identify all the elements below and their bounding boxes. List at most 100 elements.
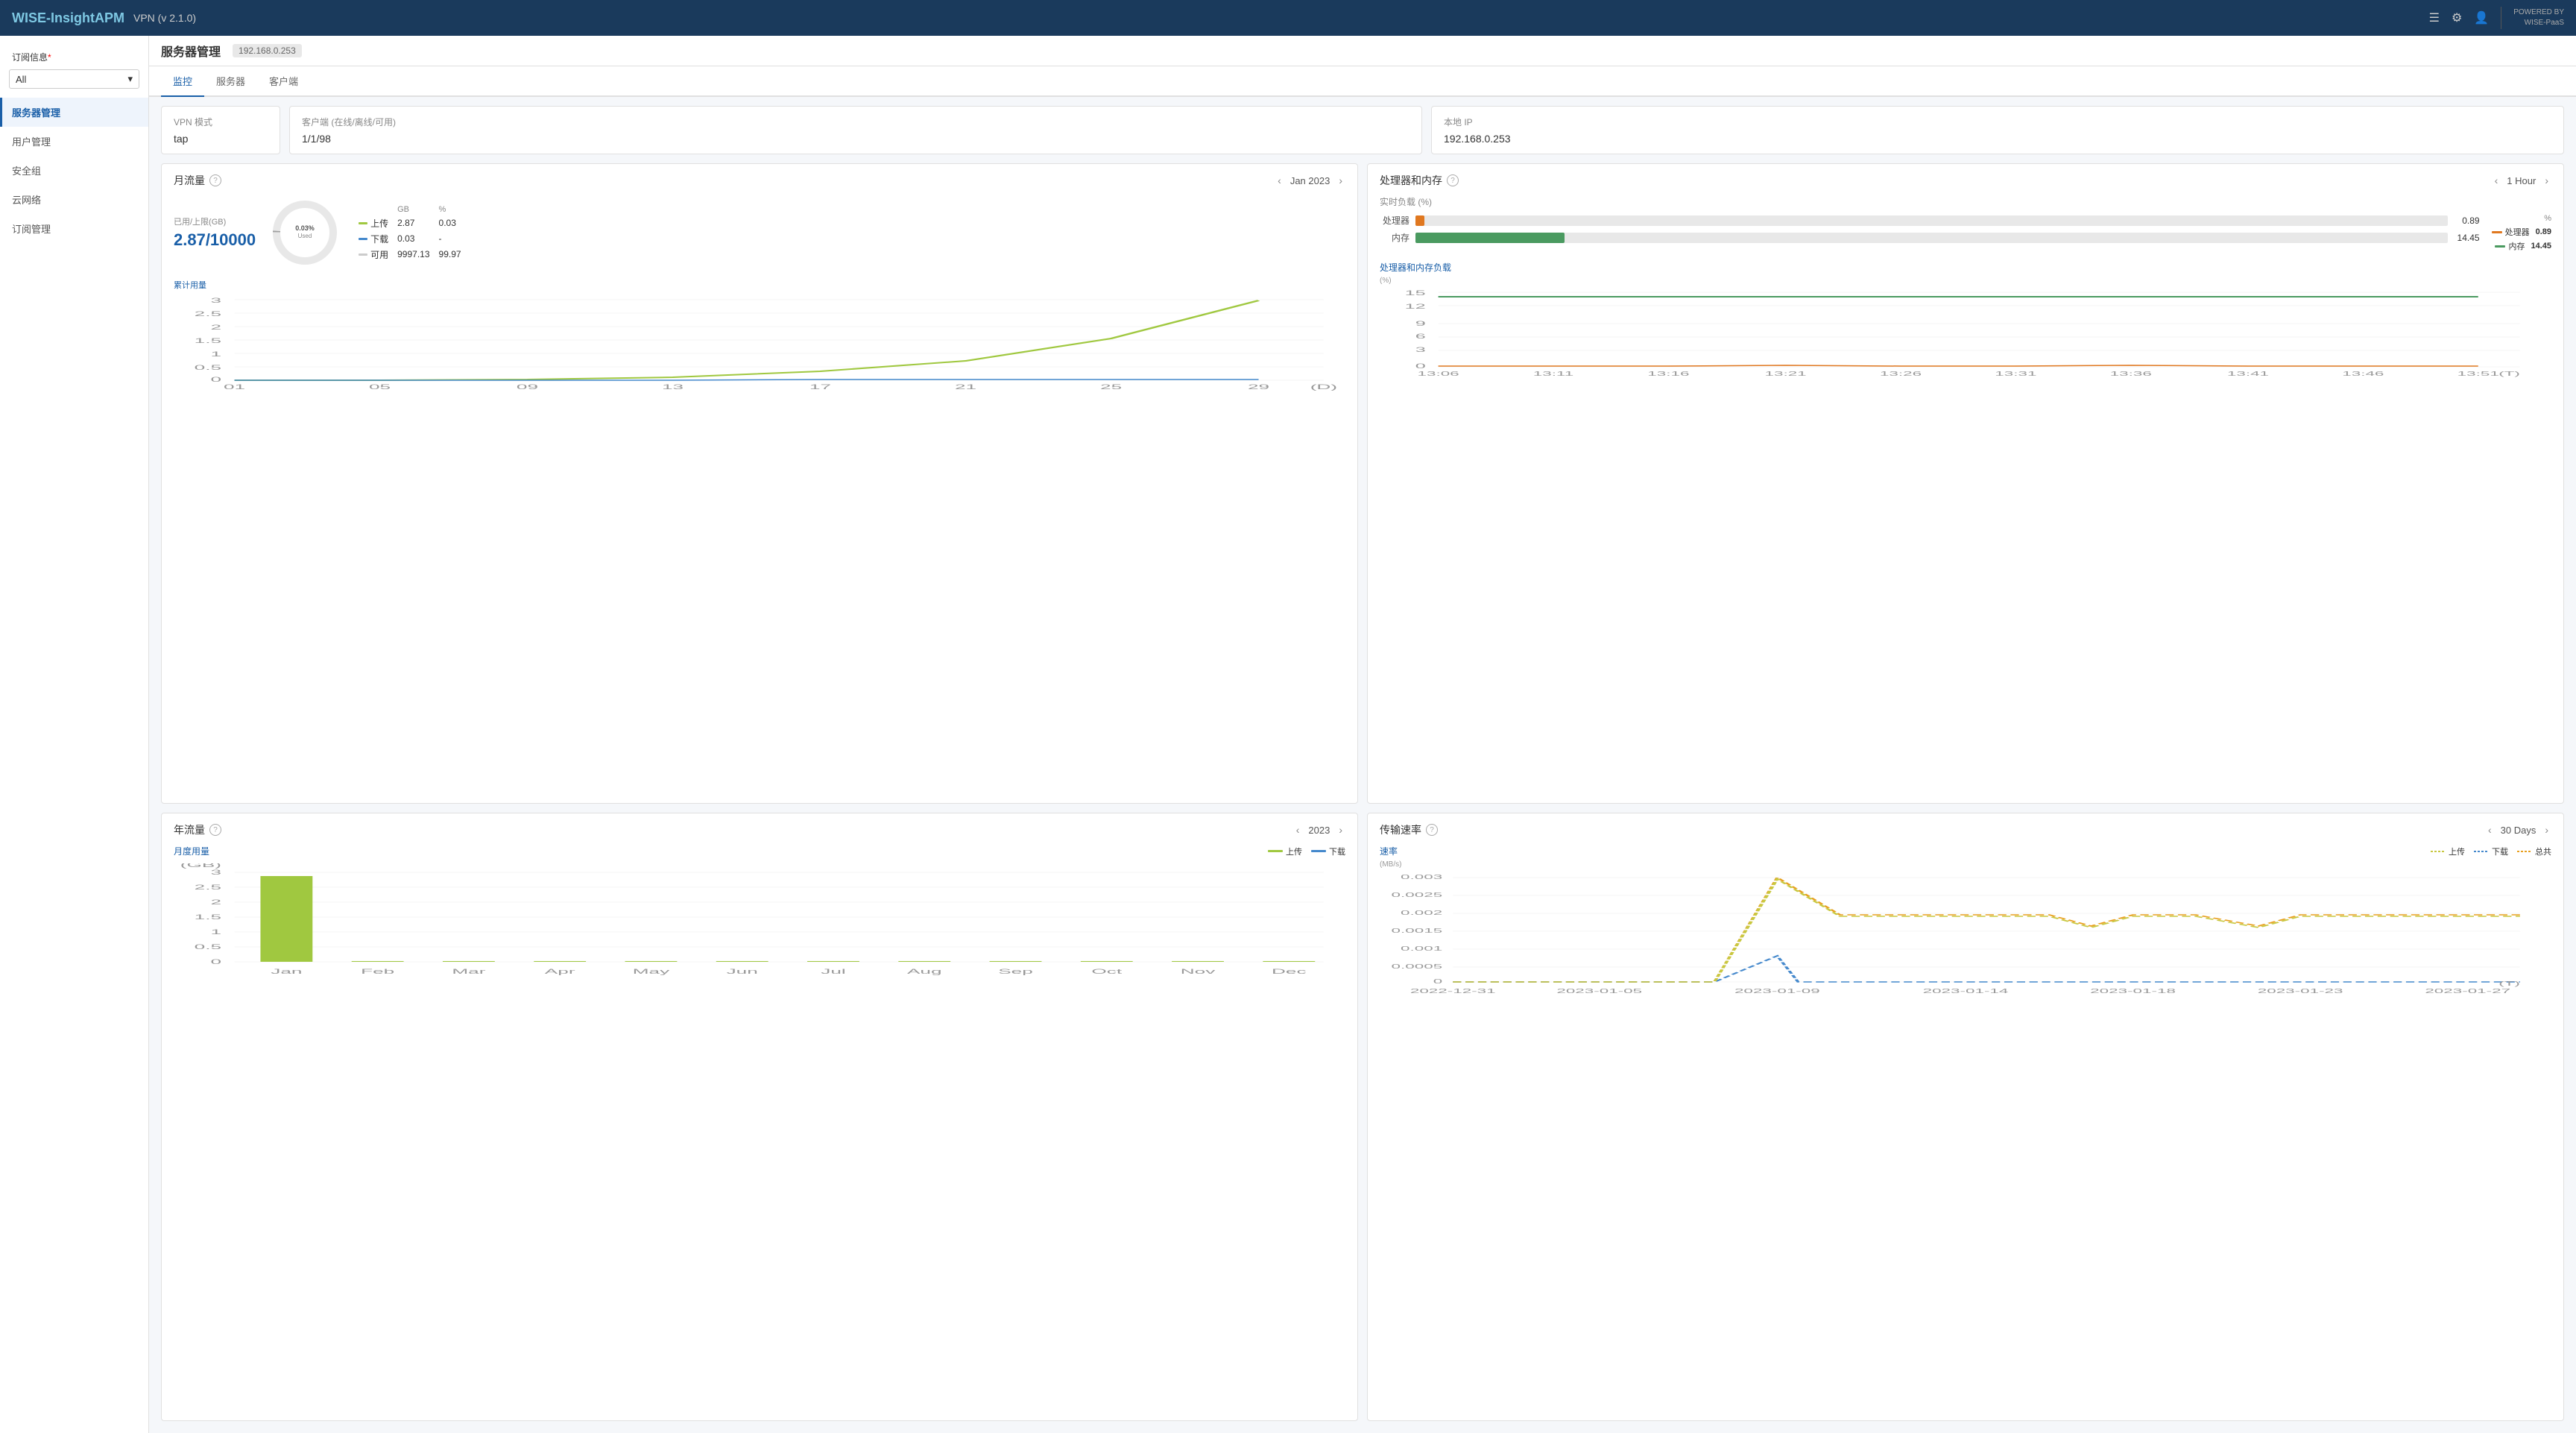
cpu-bar-row: 处理器 0.89: [1380, 214, 2480, 227]
svg-text:13:46: 13:46: [2342, 371, 2384, 377]
svg-text:Used: Used: [298, 233, 312, 239]
clients-value: 1/1/98: [302, 133, 1409, 145]
svg-text:Oct: Oct: [1091, 968, 1122, 975]
svg-text:09: 09: [517, 383, 538, 391]
svg-text:3: 3: [210, 297, 221, 304]
monthly-flow-next[interactable]: ›: [1336, 173, 1345, 188]
svg-text:2023-01-09: 2023-01-09: [1734, 988, 1820, 995]
svg-text:Jan: Jan: [271, 968, 302, 975]
svg-text:13:41: 13:41: [2227, 371, 2269, 377]
realtime-section: 实时负载 (%) 处理器 0.89: [1380, 195, 2551, 252]
flow-summary: 已用/上限(GB) 2.87/10000: [174, 215, 256, 250]
sidebar-item-subscription-mgmt[interactable]: 订阅管理: [0, 214, 148, 243]
cpu-memory-help-icon[interactable]: ?: [1447, 174, 1459, 186]
svg-text:2023-01-23: 2023-01-23: [2258, 988, 2343, 995]
cpu-bar-bg: [1415, 215, 2448, 226]
info-card-vpn-mode: VPN 模式 tap: [161, 106, 280, 154]
svg-text:May: May: [633, 968, 670, 975]
svg-text:(GB): (GB): [180, 863, 221, 869]
page-title: 服务器管理: [161, 42, 221, 60]
monthly-flow-prev[interactable]: ‹: [1275, 173, 1284, 188]
cumulative-chart: 累计用量 3 2.5 2 1.5 1 0.5 0: [174, 279, 1345, 393]
svg-text:1.5: 1.5: [195, 913, 222, 921]
transfer-rate-prev[interactable]: ‹: [2485, 822, 2495, 837]
transfer-rate-next[interactable]: ›: [2542, 822, 2551, 837]
sidebar-item-user-mgmt[interactable]: 用户管理: [0, 127, 148, 156]
svg-text:2023-01-27: 2023-01-27: [2425, 988, 2510, 995]
transfer-rate-help-icon[interactable]: ?: [1426, 824, 1438, 836]
transfer-rate-chart-svg: 0.003 0.0025 0.002 0.0015 0.001 0.0005 0: [1380, 870, 2551, 1008]
local-ip-label: 本地 IP: [1444, 116, 2551, 128]
yearly-flow-title: 年流量 ?: [174, 822, 221, 837]
svg-text:Feb: Feb: [361, 968, 394, 975]
svg-text:0.003: 0.003: [1401, 874, 1442, 881]
cpu-memory-prev[interactable]: ‹: [2492, 173, 2501, 188]
tab-client[interactable]: 客户端: [257, 66, 310, 97]
monthly-flow-content: 已用/上限(GB) 2.87/10000 0.03% Used: [174, 195, 1345, 270]
svg-text:13:16: 13:16: [1647, 371, 1689, 377]
svg-text:0.0025: 0.0025: [1392, 892, 1443, 898]
svg-text:0.03%: 0.03%: [295, 224, 315, 232]
tab-monitor[interactable]: 监控: [161, 66, 204, 97]
yearly-flow-prev[interactable]: ‹: [1293, 822, 1303, 837]
tab-server[interactable]: 服务器: [204, 66, 257, 97]
svg-text:25: 25: [1100, 383, 1122, 391]
monthly-flow-header: 月流量 ? ‹ Jan 2023 ›: [174, 173, 1345, 188]
chevron-down-icon: ▾: [127, 73, 133, 85]
svg-text:Sep: Sep: [998, 968, 1033, 975]
svg-text:1: 1: [210, 928, 221, 936]
yearly-chart-svg: 3 2.5 2 1.5 1 0.5 0: [174, 863, 1345, 998]
svg-text:13:51: 13:51: [2457, 371, 2499, 377]
header-right: ☰ ⚙ 👤 POWERED BY WISE-PaaS: [2429, 7, 2564, 29]
settings-icon[interactable]: ⚙: [2452, 10, 2462, 25]
info-card-local-ip: 本地 IP 192.168.0.253: [1431, 106, 2564, 154]
cpu-memory-next[interactable]: ›: [2542, 173, 2551, 188]
svg-text:0: 0: [1433, 978, 1442, 985]
svg-text:01: 01: [224, 383, 245, 391]
svg-text:2023-01-05: 2023-01-05: [1556, 988, 1642, 995]
svg-text:1.5: 1.5: [195, 337, 222, 344]
sidebar-select[interactable]: All ▾: [9, 69, 139, 89]
cpu-memory-legend: % 处理器 0.89 内存 14.45: [2492, 214, 2551, 252]
sidebar-item-cloud-network[interactable]: 云网络: [0, 185, 148, 214]
svg-text:Aug: Aug: [907, 968, 942, 975]
yearly-flow-next[interactable]: ›: [1336, 822, 1345, 837]
monthly-flow-nav: ‹ Jan 2023 ›: [1275, 173, 1345, 188]
svg-text:2023-01-18: 2023-01-18: [2090, 988, 2176, 995]
svg-text:Mar: Mar: [452, 968, 486, 975]
app-subtitle: VPN (v 2.1.0): [133, 12, 196, 24]
monthly-chart-svg: 3 2.5 2 1.5 1 0.5 0: [174, 294, 1345, 391]
cpu-bar-fill: [1415, 215, 1424, 226]
cpu-memory-chart-svg: 15 12 9 6 3 0: [1380, 286, 2551, 383]
user-icon[interactable]: 👤: [2474, 10, 2489, 25]
svg-text:Jun: Jun: [727, 968, 758, 975]
svg-text:2023-01-14: 2023-01-14: [1923, 988, 2009, 995]
svg-text:0: 0: [210, 958, 221, 966]
sidebar-item-security-group[interactable]: 安全组: [0, 156, 148, 185]
svg-text:2: 2: [210, 898, 221, 906]
svg-text:13:21: 13:21: [1765, 371, 1807, 377]
svg-text:12: 12: [1405, 303, 1426, 310]
yearly-flow-help-icon[interactable]: ?: [209, 824, 221, 836]
sidebar-item-server-mgmt[interactable]: 服务器管理: [0, 98, 148, 127]
svg-text:2.5: 2.5: [195, 310, 222, 318]
svg-text:9: 9: [1415, 320, 1426, 327]
svg-text:0.0005: 0.0005: [1392, 963, 1443, 970]
transfer-rate-panel: 传输速率 ? ‹ 30 Days › 速率 上传: [1367, 813, 2564, 1421]
flow-legend: GB % 上传 2.87 0.03: [354, 204, 465, 262]
svg-text:2: 2: [210, 324, 221, 331]
transfer-rate-nav: ‹ 30 Days ›: [2485, 822, 2551, 837]
svg-text:3: 3: [1415, 346, 1426, 353]
svg-text:Nov: Nov: [1181, 968, 1216, 975]
svg-text:(T): (T): [2498, 980, 2520, 987]
info-card-clients: 客户端 (在线/离线/可用) 1/1/98: [289, 106, 1422, 154]
menu-icon[interactable]: ☰: [2429, 10, 2440, 25]
svg-text:13:26: 13:26: [1880, 371, 1922, 377]
svg-text:0: 0: [1415, 362, 1426, 370]
monthly-flow-help-icon[interactable]: ?: [209, 174, 221, 186]
svg-text:0: 0: [210, 376, 221, 383]
yearly-flow-panel: 年流量 ? ‹ 2023 › 月度用量 上传: [161, 813, 1358, 1421]
svg-text:Dec: Dec: [1272, 968, 1307, 975]
svg-text:0.0015: 0.0015: [1392, 927, 1443, 934]
monthly-flow-donut: 0.03% Used: [268, 195, 342, 270]
